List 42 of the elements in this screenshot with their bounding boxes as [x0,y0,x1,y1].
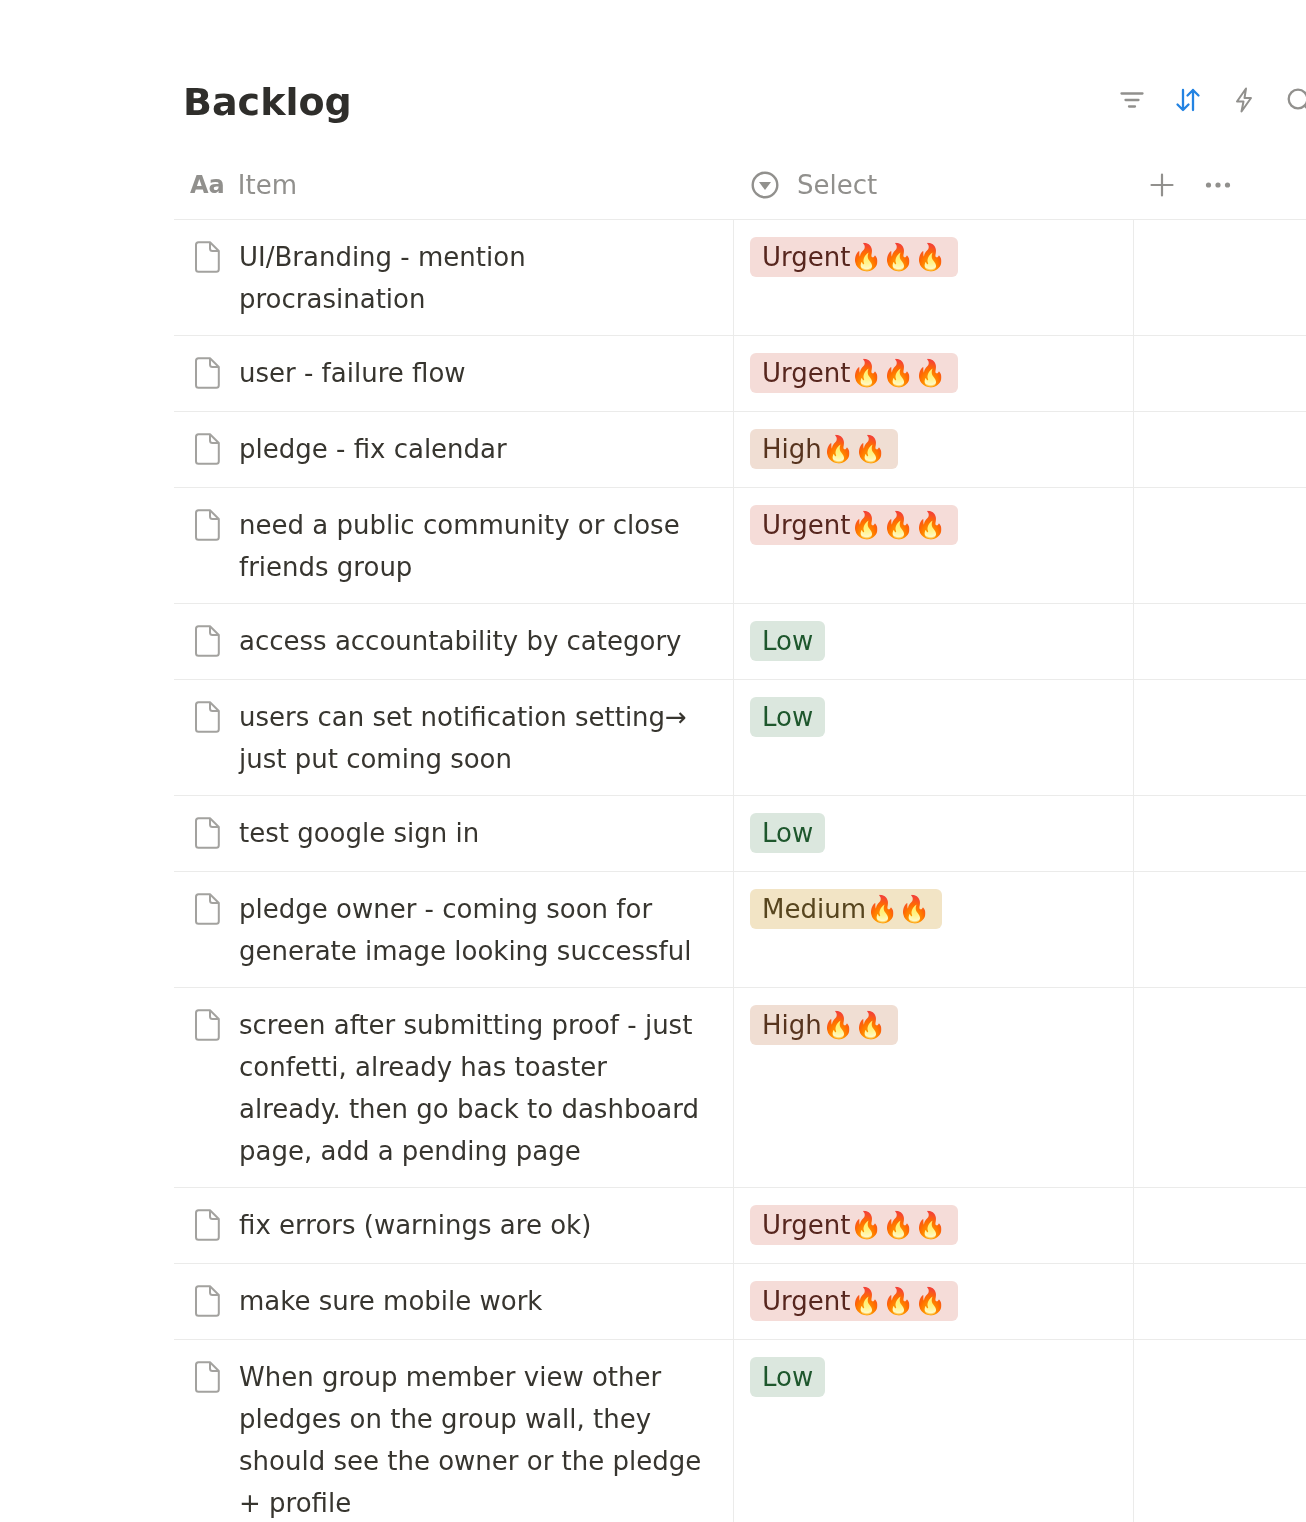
priority-tag: Urgent🔥🔥🔥 [750,352,959,393]
item-title[interactable]: screen after submitting proof - just confetti, already has toaster already. then go back to dashboard page, add a pending page [239,1003,708,1172]
priority-tag: High🔥🔥 [750,428,898,469]
document-icon [194,1008,221,1041]
document-icon [194,1284,221,1317]
page-title: Backlog [183,79,352,126]
item-title[interactable]: pledge - fix calendar [239,427,507,470]
item-title[interactable]: access accountability by category [239,619,682,662]
text-property-icon: Aa [190,169,225,200]
document-icon [194,1208,221,1241]
document-icon [194,892,221,925]
priority-tag: Low [750,1356,826,1397]
priority-tag: Low [750,620,826,661]
document-icon [194,508,221,541]
priority-tag: Low [750,696,826,737]
item-title[interactable]: fix errors (warnings are ok) [239,1203,592,1246]
item-title[interactable]: user - failure flow [239,351,466,394]
priority-tag: Medium🔥🔥 [750,888,942,929]
document-icon [194,816,221,849]
document-icon [194,240,221,273]
item-title[interactable]: pledge owner - coming soon for generate image looking successful [239,887,708,972]
item-title[interactable]: test google sign in [239,811,480,854]
document-icon [194,1360,221,1393]
item-title[interactable]: need a public community or close friends group [239,503,708,588]
priority-tag: Urgent🔥🔥🔥 [750,1280,959,1321]
sort-icon[interactable] [1175,87,1201,113]
document-icon [194,624,221,657]
item-title[interactable]: users can set notification setting→ just put coming soon [239,695,708,780]
document-icon [194,700,221,733]
document-icon [194,432,221,465]
document-icon [194,356,221,389]
item-title[interactable]: make sure mobile work [239,1279,543,1322]
item-title[interactable]: UI/Branding - mention procrasination [239,235,708,320]
more-icon[interactable] [1205,180,1231,189]
priority-tag: Urgent🔥🔥🔥 [750,1204,959,1245]
priority-tag: Urgent🔥🔥🔥 [750,504,959,545]
priority-tag: High🔥🔥 [750,1004,898,1045]
priority-tag: Urgent🔥🔥🔥 [750,236,959,277]
select-property-icon [751,170,779,199]
add-icon[interactable] [1150,172,1174,197]
priority-tag: Low [750,812,826,853]
item-title[interactable]: When group member view other pledges on the group wall, they should see the owner or the pledge + profile [239,1355,708,1522]
